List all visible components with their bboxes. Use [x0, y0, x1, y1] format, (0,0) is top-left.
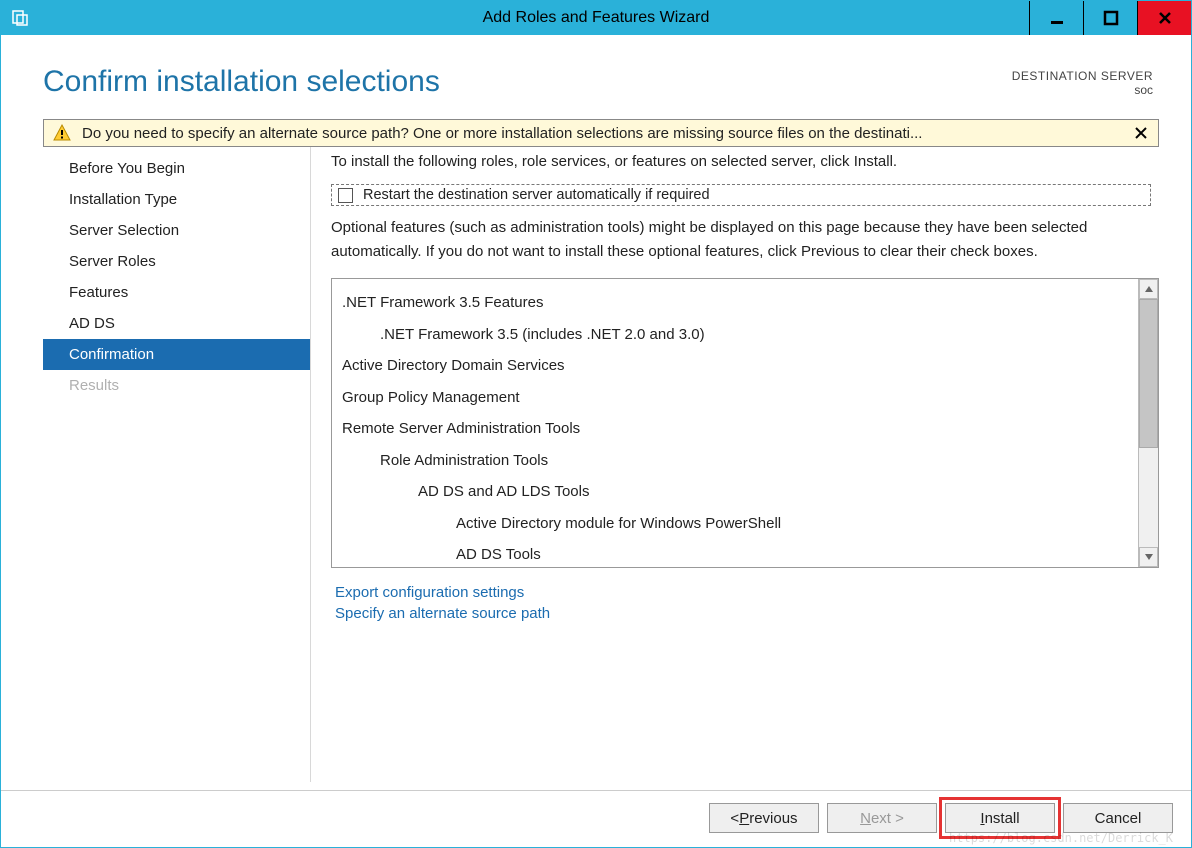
window-title: Add Roles and Features Wizard [483, 9, 710, 27]
restart-checkbox[interactable] [338, 188, 353, 203]
warning-bar: Do you need to specify an alternate sour… [43, 119, 1159, 147]
step-installation-type[interactable]: Installation Type [43, 184, 310, 215]
step-confirmation[interactable]: Confirmation [43, 339, 310, 370]
restart-checkbox-label: Restart the destination server automatic… [363, 187, 710, 203]
warning-text: Do you need to specify an alternate sour… [82, 125, 1124, 142]
destination-server: soc [1012, 83, 1153, 97]
destination-block: DESTINATION SERVER soc [1012, 69, 1153, 97]
export-config-link[interactable]: Export configuration settings [335, 582, 1159, 603]
scroll-up-button[interactable] [1139, 279, 1158, 299]
header: Confirm installation selections DESTINAT… [1, 35, 1191, 109]
title-bar: Add Roles and Features Wizard [1, 1, 1191, 35]
next-button: Next > [827, 803, 937, 833]
step-features[interactable]: Features [43, 277, 310, 308]
warning-icon [52, 123, 72, 143]
scrollbar-thumb[interactable] [1139, 299, 1158, 448]
step-before-you-begin[interactable]: Before You Begin [43, 153, 310, 184]
content-pane: To install the following roles, role ser… [311, 147, 1159, 782]
destination-label: DESTINATION SERVER [1012, 69, 1153, 83]
close-button[interactable] [1137, 1, 1191, 35]
wizard-window: Add Roles and Features Wizard Confirm in… [0, 0, 1192, 848]
selections-list-inner: .NET Framework 3.5 Features .NET Framewo… [332, 279, 1138, 567]
list-item: Role Administration Tools [342, 445, 1128, 477]
cancel-button[interactable]: Cancel [1063, 803, 1173, 833]
scrollbar[interactable] [1138, 279, 1158, 567]
list-item: Active Directory module for Windows Powe… [342, 508, 1128, 540]
restart-checkbox-row[interactable]: Restart the destination server automatic… [331, 184, 1151, 206]
maximize-button[interactable] [1083, 1, 1137, 35]
optional-note: Optional features (such as administratio… [331, 216, 1159, 264]
list-item: .NET Framework 3.5 Features [342, 287, 1128, 319]
app-icon [9, 7, 31, 29]
list-item: .NET Framework 3.5 (includes .NET 2.0 an… [342, 319, 1128, 351]
scroll-down-button[interactable] [1139, 547, 1158, 567]
wizard-steps-sidebar: Before You Begin Installation Type Serve… [43, 147, 311, 782]
page-title: Confirm installation selections [43, 65, 1012, 99]
list-item: AD DS Tools [342, 539, 1128, 567]
step-ad-ds[interactable]: AD DS [43, 308, 310, 339]
list-item: Active Directory Domain Services [342, 350, 1128, 382]
list-item: Remote Server Administration Tools [342, 413, 1128, 445]
list-item: AD DS and AD LDS Tools [342, 476, 1128, 508]
minimize-button[interactable] [1029, 1, 1083, 35]
main-content: Before You Begin Installation Type Serve… [1, 147, 1191, 782]
selections-list: .NET Framework 3.5 Features .NET Framewo… [331, 278, 1159, 568]
window-controls [1029, 1, 1191, 35]
step-server-roles[interactable]: Server Roles [43, 246, 310, 277]
step-results: Results [43, 370, 310, 401]
watermark: https://blog.csdn.net/Derrick_K [949, 831, 1173, 845]
install-button[interactable]: Install [945, 803, 1055, 833]
previous-button[interactable]: < Previous [709, 803, 819, 833]
list-item: Group Policy Management [342, 382, 1128, 414]
warning-close-button[interactable] [1132, 124, 1150, 142]
intro-text: To install the following roles, role ser… [331, 153, 1159, 170]
alt-source-link[interactable]: Specify an alternate source path [335, 603, 1159, 624]
action-links: Export configuration settings Specify an… [331, 568, 1159, 624]
scrollbar-track[interactable] [1139, 299, 1158, 547]
step-server-selection[interactable]: Server Selection [43, 215, 310, 246]
